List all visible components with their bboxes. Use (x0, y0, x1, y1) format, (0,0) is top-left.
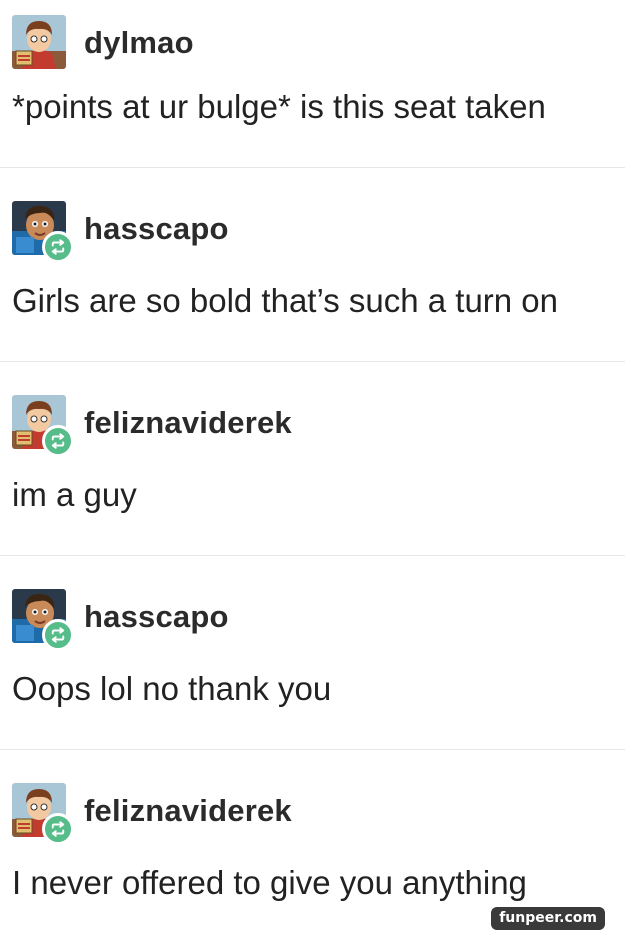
post-header: hasscapo (12, 201, 229, 263)
post-text: I never offered to give you anything (12, 864, 527, 901)
post-header: feliznaviderek (12, 783, 292, 845)
avatar-container[interactable] (12, 395, 74, 457)
post-text: Oops lol no thank you (12, 670, 332, 707)
post-text: Girls are so bold that’s such a turn on (12, 282, 559, 319)
reblog-icon (42, 231, 74, 263)
avatar-container[interactable] (12, 783, 74, 845)
username[interactable]: feliznaviderek (84, 793, 292, 829)
reblog-thread: dylmao *points at ur bulge* is this seat… (0, 0, 625, 933)
post-header: dylmao (12, 15, 194, 71)
thread-post: hasscapo Girls are so bold that’s such a… (0, 168, 625, 362)
username[interactable]: dylmao (84, 25, 194, 61)
watermark-badge: funpeer.com (491, 907, 605, 930)
username[interactable]: hasscapo (84, 599, 229, 635)
avatar-container[interactable] (12, 15, 68, 71)
reblog-icon (42, 425, 74, 457)
post-header: feliznaviderek (12, 395, 292, 457)
thread-post: feliznaviderek I never offered to give y… (0, 750, 625, 933)
username[interactable]: hasscapo (84, 211, 229, 247)
cartoon-boy-avatar[interactable] (12, 15, 66, 69)
thread-post: hasscapo Oops lol no thank you (0, 556, 625, 750)
post-header: hasscapo (12, 589, 229, 651)
reblog-icon (42, 619, 74, 651)
thread-post: feliznaviderek im a guy (0, 362, 625, 556)
post-text: im a guy (12, 476, 137, 513)
post-text: *points at ur bulge* is this seat taken (12, 88, 546, 125)
thread-post: dylmao *points at ur bulge* is this seat… (0, 0, 625, 168)
avatar-container[interactable] (12, 201, 74, 263)
avatar-container[interactable] (12, 589, 74, 651)
reblog-icon (42, 813, 74, 845)
username[interactable]: feliznaviderek (84, 405, 292, 441)
